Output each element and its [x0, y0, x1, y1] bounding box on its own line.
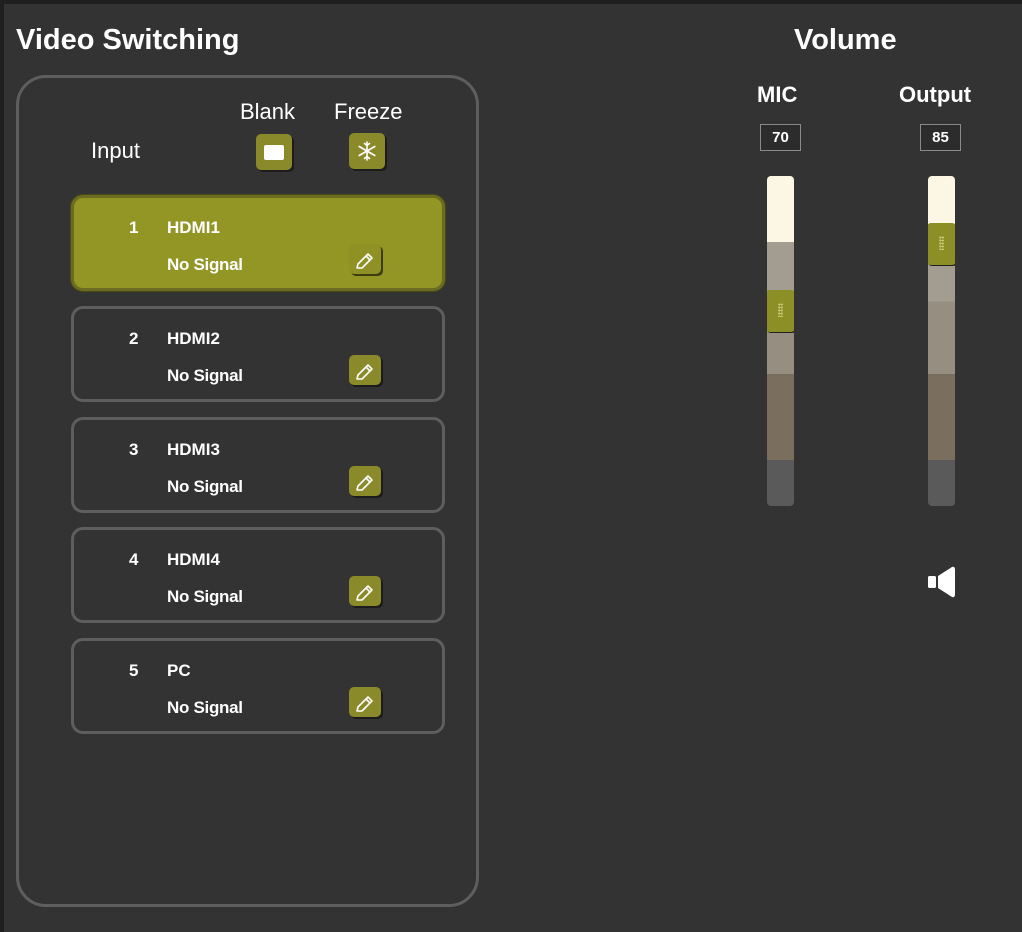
input-name: PC [167, 661, 191, 680]
input-status: No Signal [167, 698, 243, 717]
video-switching-title: Video Switching [16, 24, 240, 56]
input-status: No Signal [167, 366, 243, 385]
input-name: HDMI2 [167, 329, 220, 348]
input-label: Input [91, 138, 140, 163]
freeze-button[interactable] [349, 133, 385, 169]
pencil-icon [356, 585, 373, 601]
output-value-field[interactable]: 85 [920, 124, 961, 151]
mic-volume-slider[interactable] [767, 176, 794, 506]
input-name: HDMI3 [167, 440, 220, 459]
mic-label: MIC [757, 82, 798, 107]
input-row-3[interactable]: 3 HDMI3 No Signal [71, 417, 445, 513]
edit-button[interactable] [349, 466, 381, 496]
edit-button[interactable] [349, 355, 381, 385]
input-row-1[interactable]: 1 HDMI1 No Signal [71, 195, 445, 291]
edit-button[interactable] [349, 687, 381, 717]
output-label: Output [899, 82, 972, 107]
input-row-2[interactable]: 2 HDMI2 No Signal [71, 306, 445, 402]
freeze-label: Freeze [334, 99, 403, 124]
input-name: HDMI1 [167, 218, 220, 237]
pencil-icon [356, 364, 373, 380]
blank-square-icon [264, 144, 284, 160]
input-number: 1 [129, 218, 139, 237]
volume-title: Volume [794, 24, 897, 56]
mic-slider-handle[interactable] [767, 290, 794, 333]
blank-button[interactable] [256, 134, 292, 170]
input-row-5[interactable]: 5 PC No Signal [71, 638, 445, 734]
pencil-icon [356, 696, 373, 712]
input-name: HDMI4 [167, 550, 220, 569]
mic-value-field[interactable]: 70 [760, 124, 801, 151]
output-volume-slider[interactable] [928, 176, 955, 506]
input-status: No Signal [167, 255, 243, 274]
input-number: 3 [129, 440, 139, 459]
blank-label: Blank [240, 99, 296, 124]
snowflake-icon [358, 141, 376, 161]
output-slider-handle[interactable] [928, 223, 955, 266]
edit-button[interactable] [349, 244, 381, 274]
edit-button[interactable] [349, 576, 381, 606]
input-status: No Signal [167, 587, 243, 606]
input-number: 2 [129, 329, 139, 348]
input-row-4[interactable]: 4 HDMI4 No Signal [71, 527, 445, 623]
speaker-icon[interactable] [926, 565, 960, 599]
input-number: 4 [129, 550, 139, 569]
input-status: No Signal [167, 477, 243, 496]
grip-icon [939, 236, 944, 251]
input-number: 5 [129, 661, 139, 680]
grip-icon [778, 303, 783, 318]
pencil-icon [356, 475, 373, 491]
pencil-icon [356, 253, 373, 269]
